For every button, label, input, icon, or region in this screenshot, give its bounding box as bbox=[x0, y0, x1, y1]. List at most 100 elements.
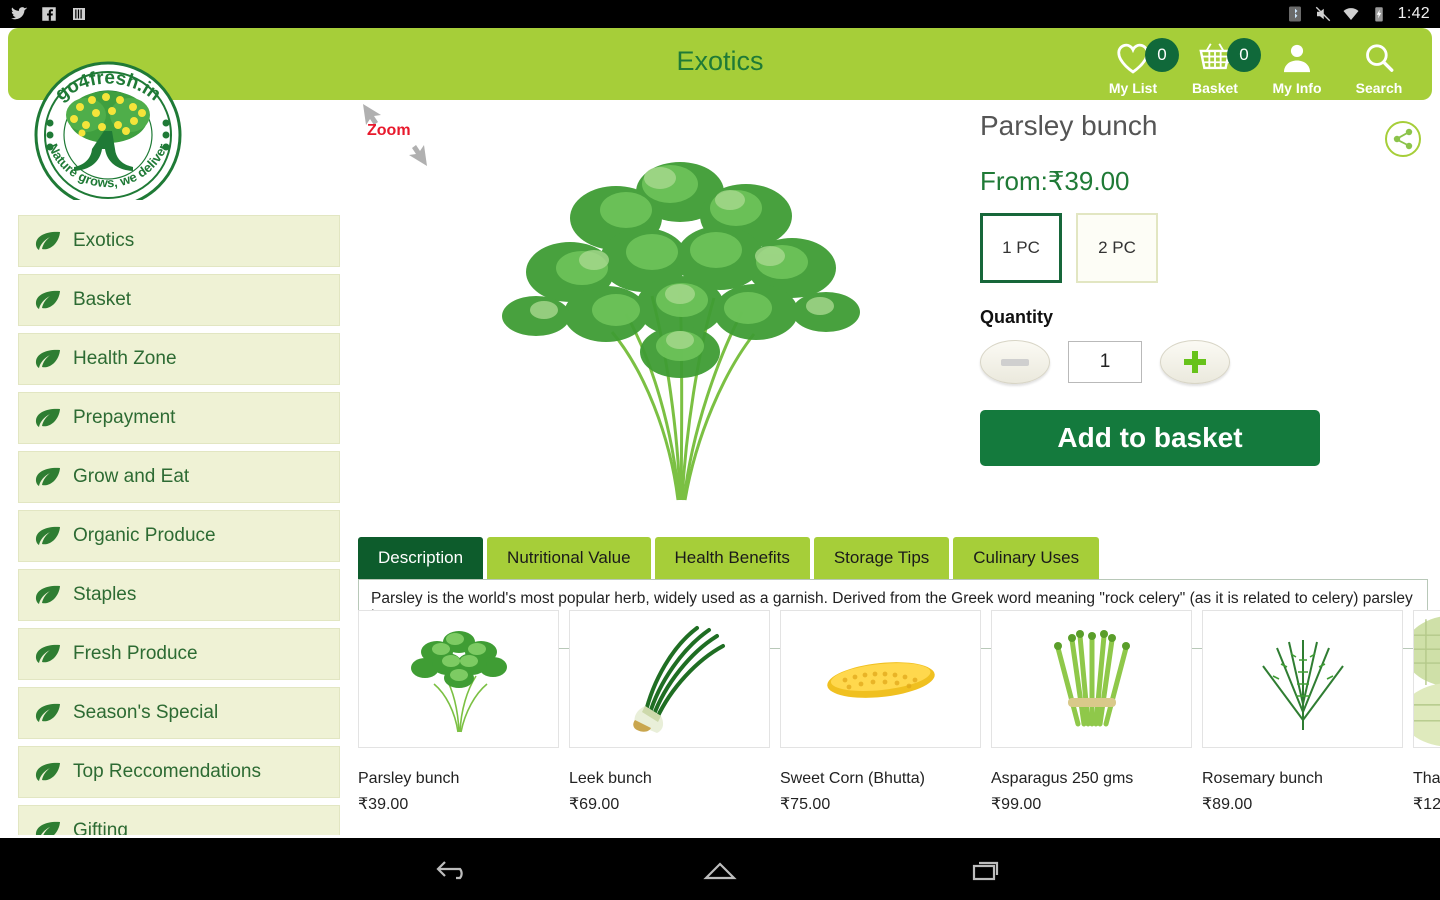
sidebar-item-basket[interactable]: Basket bbox=[18, 274, 340, 326]
share-button[interactable] bbox=[1384, 120, 1422, 158]
tab-nutritional-value[interactable]: Nutritional Value bbox=[487, 537, 651, 579]
sidebar-item-label: Basket bbox=[73, 289, 132, 310]
battery-charging-icon bbox=[1374, 7, 1383, 22]
pack-label: 1 PC bbox=[1002, 238, 1040, 257]
tab-health-benefits[interactable]: Health Benefits bbox=[654, 537, 810, 579]
sidebar-item-grow-and-eat[interactable]: Grow and Eat bbox=[18, 451, 340, 503]
status-bar-notifications bbox=[0, 5, 88, 23]
corn-thumb bbox=[826, 662, 935, 698]
product-detail-panel: Parsley bunch From:₹39.00 1 PC 2 PC Quan… bbox=[980, 110, 1430, 466]
add-to-basket-button[interactable]: Add to basket bbox=[980, 410, 1320, 466]
zoom-label: Zoom bbox=[367, 122, 411, 139]
header-action-basket[interactable]: 0 Basket bbox=[1176, 34, 1261, 96]
sidebar-item-fresh-produce[interactable]: Fresh Produce bbox=[18, 628, 340, 680]
plus-icon bbox=[1184, 351, 1206, 373]
basket-count-badge: 0 bbox=[1227, 38, 1261, 72]
brand-logo[interactable]: go4fresh.in Nature grows, we deliver bbox=[18, 55, 198, 209]
status-bar-system-icons: 1:42 bbox=[1286, 5, 1440, 23]
my-list-label: My List bbox=[1108, 80, 1158, 96]
share-icon bbox=[1385, 121, 1421, 157]
app-header: Exotics 0 My List 0 Basket My Info Searc… bbox=[8, 28, 1432, 100]
sidebar-item-label: Top Reccomendations bbox=[73, 761, 261, 782]
product-card[interactable]: Tha ₹12 bbox=[1413, 610, 1440, 835]
sidebar-item-label: Staples bbox=[73, 584, 137, 605]
price-prefix: From: bbox=[980, 166, 1048, 196]
minus-icon bbox=[1001, 358, 1029, 366]
tab-label: Health Benefits bbox=[674, 548, 790, 567]
status-bar-clock: 1:42 bbox=[1397, 5, 1430, 22]
sidebar-item-exotics[interactable]: Exotics bbox=[18, 215, 340, 267]
quantity-increment-button[interactable] bbox=[1160, 340, 1230, 384]
leaf-icon bbox=[35, 585, 60, 604]
tab-label: Culinary Uses bbox=[973, 548, 1080, 567]
rosemary-thumb bbox=[1261, 640, 1344, 730]
sidebar-item-staples[interactable]: Staples bbox=[18, 569, 340, 621]
product-thumbnail bbox=[569, 610, 770, 748]
my-list-icon-wrap: 0 bbox=[1113, 38, 1179, 78]
product-card-price: ₹89.00 bbox=[1202, 796, 1253, 813]
parsley-thumb bbox=[410, 631, 507, 733]
product-thumbnail bbox=[358, 610, 559, 748]
tab-storage-tips[interactable]: Storage Tips bbox=[813, 537, 950, 579]
product-thumbnail bbox=[1202, 610, 1403, 748]
recents-icon[interactable] bbox=[964, 852, 1012, 886]
my-info-label: My Info bbox=[1272, 80, 1322, 96]
sidebar-item-top-reccomendations[interactable]: Top Reccomendations bbox=[18, 746, 340, 798]
price-value: ₹39.00 bbox=[1047, 166, 1130, 196]
sidebar-item-label: Gifting bbox=[73, 820, 128, 835]
product-card[interactable]: Rosemary bunch ₹89.00 bbox=[1202, 610, 1403, 835]
sidebar-item-label: Exotics bbox=[73, 230, 135, 251]
android-status-bar: 1:42 bbox=[0, 0, 1440, 28]
app-icon bbox=[73, 8, 85, 20]
header-action-my-list[interactable]: 0 My List bbox=[1094, 34, 1179, 96]
sidebar-item-label: Grow and Eat bbox=[73, 466, 190, 487]
info-tabs: Description Nutritional Value Health Ben… bbox=[358, 537, 1100, 579]
product-card-name: Parsley bunch bbox=[358, 770, 460, 787]
sidebar-item-label: Organic Produce bbox=[73, 525, 216, 546]
facebook-icon bbox=[42, 7, 56, 21]
leaf-icon bbox=[35, 467, 60, 486]
pack-option-1pc[interactable]: 1 PC bbox=[980, 213, 1062, 283]
search-icon bbox=[1366, 44, 1394, 72]
product-card-name: Rosemary bunch bbox=[1202, 770, 1323, 787]
leaf-icon bbox=[35, 349, 60, 368]
header-action-search[interactable]: Search bbox=[1340, 34, 1418, 96]
product-thumbnail bbox=[780, 610, 981, 748]
sidebar-item-seasons-special[interactable]: Season's Special bbox=[18, 687, 340, 739]
product-title: Parsley bunch bbox=[980, 110, 1158, 141]
sidebar-item-gifting[interactable]: Gifting bbox=[18, 805, 340, 835]
sidebar-item-organic-produce[interactable]: Organic Produce bbox=[18, 510, 340, 562]
product-image[interactable] bbox=[430, 100, 930, 510]
related-products-carousel[interactable]: Parsley bunch ₹39.00 Leek bunch ₹69.00 S… bbox=[358, 610, 1440, 835]
tab-label: Nutritional Value bbox=[507, 548, 631, 567]
sidebar-item-label: Fresh Produce bbox=[73, 643, 198, 664]
mute-icon bbox=[1315, 6, 1330, 22]
asparagus-thumb bbox=[1053, 630, 1130, 727]
leaf-icon bbox=[35, 526, 60, 545]
sidebar-item-health-zone[interactable]: Health Zone bbox=[18, 333, 340, 385]
android-nav-bar bbox=[0, 838, 1440, 900]
leaf-icon bbox=[35, 644, 60, 663]
tab-description[interactable]: Description bbox=[358, 537, 484, 579]
quantity-decrement-button[interactable] bbox=[980, 340, 1050, 384]
product-card-name: Tha bbox=[1413, 770, 1440, 787]
back-icon[interactable] bbox=[428, 852, 476, 886]
my-list-count-badge: 0 bbox=[1145, 38, 1179, 72]
product-card[interactable]: Parsley bunch ₹39.00 bbox=[358, 610, 559, 835]
sidebar-item-prepayment[interactable]: Prepayment bbox=[18, 392, 340, 444]
search-icon-wrap bbox=[1362, 38, 1396, 78]
product-card-price: ₹99.00 bbox=[991, 796, 1042, 813]
leaf-icon bbox=[35, 408, 60, 427]
home-icon[interactable] bbox=[696, 852, 744, 886]
category-sidebar[interactable]: Exotics Basket Health Zone Prepayment Gr… bbox=[18, 215, 340, 835]
product-card[interactable]: Asparagus 250 gms ₹99.00 bbox=[991, 610, 1192, 835]
quantity-input[interactable] bbox=[1068, 341, 1142, 383]
header-action-my-info[interactable]: My Info bbox=[1258, 34, 1336, 96]
pack-option-2pc[interactable]: 2 PC bbox=[1076, 213, 1158, 283]
search-label: Search bbox=[1355, 80, 1403, 96]
sidebar-item-label: Season's Special bbox=[73, 702, 219, 723]
tab-culinary-uses[interactable]: Culinary Uses bbox=[953, 537, 1100, 579]
product-thumbnail bbox=[991, 610, 1192, 748]
product-card[interactable]: Sweet Corn (Bhutta) ₹75.00 bbox=[780, 610, 981, 835]
product-card[interactable]: Leek bunch ₹69.00 bbox=[569, 610, 770, 835]
